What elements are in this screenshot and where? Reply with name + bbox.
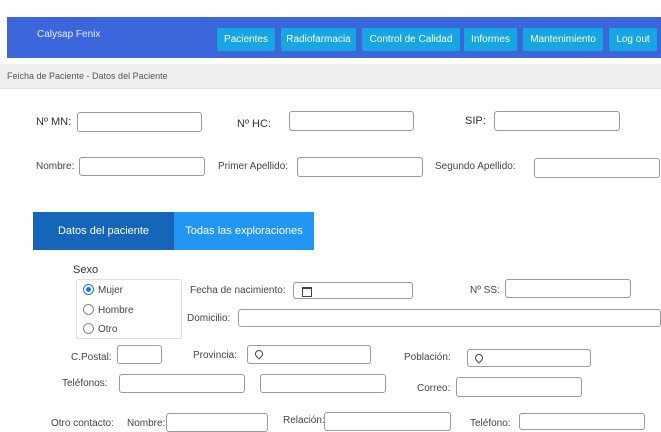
nav-mantenimiento-button[interactable]: Mantenimiento bbox=[523, 28, 603, 51]
sip-label: SIP: bbox=[465, 115, 486, 127]
location-pin-icon bbox=[253, 348, 265, 360]
top-strip bbox=[0, 0, 661, 10]
fecha-nacimiento-input[interactable] bbox=[293, 282, 413, 299]
sexo-label: Sexo bbox=[73, 264, 99, 276]
sexo-option-label: Otro bbox=[98, 324, 118, 335]
nombre-label: Nombre: bbox=[36, 161, 75, 172]
ss-label: Nº SS: bbox=[470, 285, 500, 296]
contacto-nombre-label: Nombre: bbox=[127, 418, 166, 429]
nombre-input[interactable] bbox=[79, 157, 205, 176]
sexo-option-label: Hombre bbox=[98, 305, 134, 316]
breadcrumb-bar: Feicha de Paciente - Datos del Paciente bbox=[0, 64, 661, 89]
correo-label: Correo: bbox=[417, 383, 451, 394]
radio-unchecked-icon bbox=[83, 304, 94, 315]
radio-unchecked-icon bbox=[83, 323, 94, 334]
ss-input[interactable] bbox=[505, 279, 631, 298]
telefonos-label: Teléfonos: bbox=[62, 378, 108, 389]
domicilio-input[interactable] bbox=[238, 309, 661, 327]
contacto-nombre-input[interactable] bbox=[166, 413, 268, 432]
poblacion-label: Población: bbox=[404, 352, 451, 363]
segundo-apellido-input[interactable] bbox=[534, 158, 660, 178]
cpostal-label: C.Postal: bbox=[71, 352, 112, 363]
tab-datos-paciente[interactable]: Datos del paciente bbox=[33, 212, 174, 250]
nav-pacientes-button[interactable]: Pacientes bbox=[217, 28, 275, 51]
cpostal-input[interactable] bbox=[117, 345, 162, 364]
mn-input[interactable] bbox=[77, 112, 202, 132]
primer-apellido-input[interactable] bbox=[297, 157, 423, 177]
segundo-apellido-label: Segundo Apellido: bbox=[435, 161, 516, 172]
provincia-input[interactable] bbox=[247, 345, 371, 364]
contacto-relacion-label: Relación: bbox=[283, 415, 325, 426]
fecha-nacimiento-label: Fecha de nacimiento: bbox=[190, 285, 286, 296]
sexo-option-label: Mujer bbox=[98, 285, 124, 296]
breadcrumb: Feicha de Paciente - Datos del Paciente bbox=[7, 71, 168, 81]
calendar-icon[interactable] bbox=[302, 287, 312, 297]
nav-control-calidad-button[interactable]: Control de Calidad bbox=[362, 28, 460, 51]
nav-logout-button[interactable]: Log out bbox=[609, 28, 657, 51]
telefono-1-input[interactable] bbox=[119, 374, 245, 393]
mn-label: Nº MN: bbox=[36, 116, 72, 128]
hc-input[interactable] bbox=[289, 111, 414, 131]
contacto-relacion-input[interactable] bbox=[324, 412, 451, 431]
provincia-label: Provincia: bbox=[193, 350, 237, 361]
hc-label: Nº HC: bbox=[237, 118, 271, 130]
poblacion-input[interactable] bbox=[467, 349, 591, 367]
navbar: Calysap Fenix Pacientes Radiofarmacia Co… bbox=[7, 17, 661, 58]
sexo-radio-group: Mujer Hombre Otro bbox=[76, 279, 182, 339]
telefono-2-input[interactable] bbox=[260, 374, 386, 393]
primer-apellido-label: Primer Apellido: bbox=[218, 161, 289, 172]
correo-input[interactable] bbox=[456, 377, 582, 397]
contacto-telefono-label: Teléfono: bbox=[470, 418, 511, 429]
contacto-telefono-input[interactable] bbox=[519, 413, 645, 430]
app-brand: Calysap Fenix bbox=[37, 29, 101, 40]
sexo-option-hombre[interactable]: Hombre bbox=[83, 304, 134, 316]
nav-informes-button[interactable]: Informes bbox=[464, 28, 517, 51]
radio-checked-icon bbox=[83, 284, 94, 295]
domicilio-label: Domicilio: bbox=[187, 313, 231, 324]
sexo-option-mujer[interactable]: Mujer bbox=[83, 284, 123, 296]
sexo-option-otro[interactable]: Otro bbox=[83, 323, 117, 335]
location-pin-icon bbox=[473, 352, 485, 364]
sip-input[interactable] bbox=[494, 111, 620, 131]
tab-todas-exploraciones[interactable]: Todas las exploraciones bbox=[174, 212, 314, 250]
otro-contacto-label: Otro contacto: bbox=[51, 418, 114, 429]
nav-radiofarmacia-button[interactable]: Radiofarmacia bbox=[281, 28, 356, 51]
